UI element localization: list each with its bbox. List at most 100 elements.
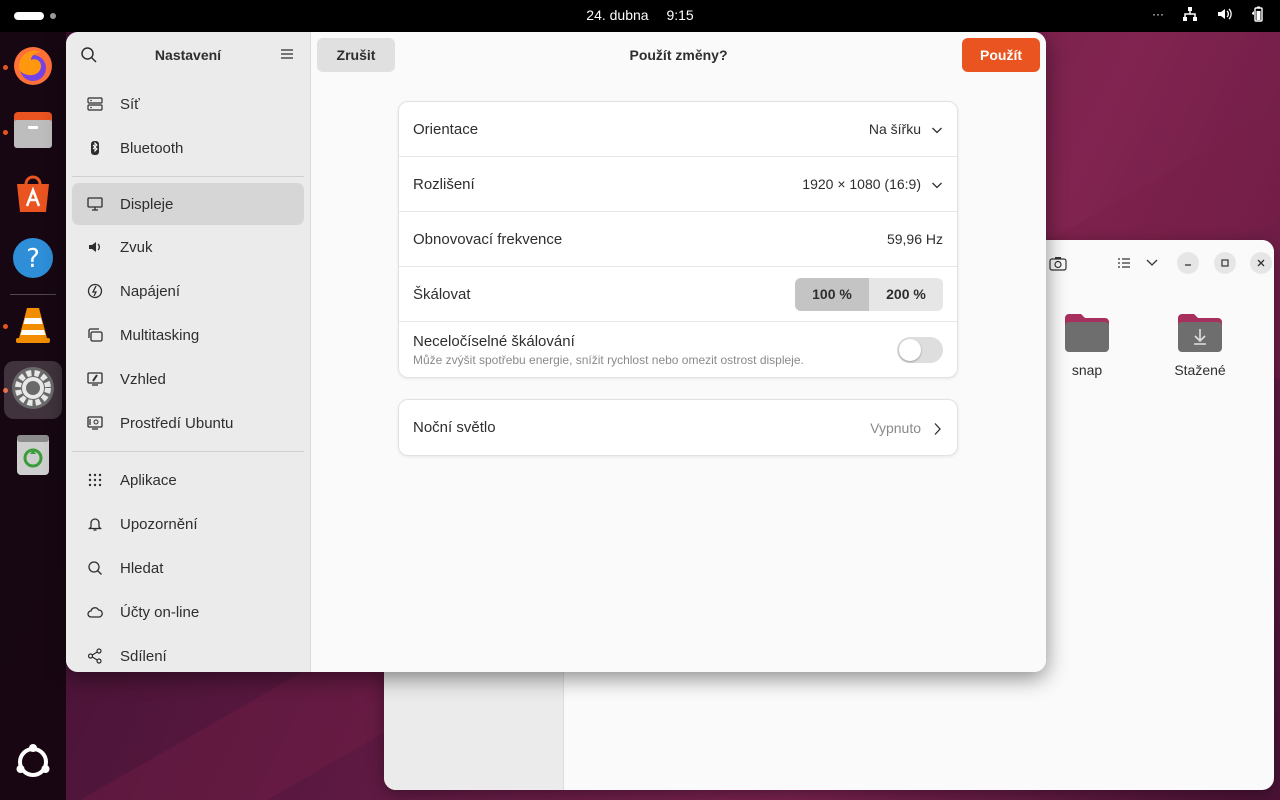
fractional-scaling-description: Může zvýšit spotřebu energie, snížit ryc… <box>413 352 804 367</box>
camera-icon[interactable] <box>1047 252 1069 274</box>
sidebar-item-notifications[interactable]: Upozornění <box>72 502 304 546</box>
sidebar-item-power[interactable]: Napájení <box>72 269 304 313</box>
clock-time: 9:15 <box>666 7 694 23</box>
running-indicator <box>3 65 8 70</box>
share-icon <box>86 647 104 665</box>
resolution-value: 1920 × 1080 (16:9) <box>802 176 921 192</box>
orientation-row[interactable]: Orientace Na šířku <box>399 102 957 157</box>
files-icon <box>11 108 55 157</box>
list-view-icon[interactable] <box>1113 252 1135 274</box>
scale-row: Škálovat 100 % 200 % <box>399 267 957 322</box>
sidebar-item-label: Multitasking <box>120 326 200 344</box>
display-settings-card: Orientace Na šířku Rozlišení 1920 × 1080… <box>398 101 958 378</box>
orientation-dropdown[interactable]: Na šířku <box>869 121 943 137</box>
resolution-row[interactable]: Rozlišení 1920 × 1080 (16:9) <box>399 157 957 212</box>
network-wired-icon[interactable] <box>1182 6 1198 22</box>
help-icon: ? <box>11 236 55 285</box>
refresh-rate-label: Obnovovací frekvence <box>413 230 563 248</box>
dock-help[interactable]: ? <box>9 236 57 284</box>
folder-label: Stažené <box>1174 362 1226 378</box>
running-indicator <box>3 130 8 135</box>
folder-downloads[interactable]: Stažené <box>1160 312 1240 378</box>
sidebar-item-sharing[interactable]: Sdílení <box>72 634 304 672</box>
scale-option-100[interactable]: 100 % <box>795 277 869 311</box>
settings-nav: Síť Bluetooth Displeje Zvuk Napájení Mul… <box>72 82 304 672</box>
resolution-dropdown[interactable]: 1920 × 1080 (16:9) <box>802 176 943 192</box>
clock[interactable]: 24. dubna 9:15 <box>0 7 1280 23</box>
firefox-icon <box>11 44 55 93</box>
chevron-down-icon <box>931 178 943 190</box>
search-icon <box>86 559 104 577</box>
night-light-status: Vypnuto <box>870 420 943 436</box>
close-icon[interactable] <box>1250 252 1272 274</box>
dock: ? <box>0 32 66 800</box>
fractional-scaling-label: Neceločíselné škálování <box>413 332 575 350</box>
sidebar-item-label: Upozornění <box>120 515 198 533</box>
volume-icon[interactable] <box>1216 6 1232 22</box>
apps-icon <box>86 471 104 489</box>
sidebar-item-bluetooth[interactable]: Bluetooth <box>72 126 304 170</box>
ubuntu-logo-icon <box>13 742 53 787</box>
power-icon <box>86 282 104 300</box>
trash-icon <box>13 431 53 482</box>
dock-trash[interactable] <box>9 432 57 480</box>
refresh-rate-value: 59,96 Hz <box>886 231 943 247</box>
ubuntu-desktop-icon <box>86 414 104 432</box>
vlc-icon <box>11 302 55 351</box>
folder-label: snap <box>1071 362 1103 378</box>
svg-text:?: ? <box>26 244 40 274</box>
dock-settings[interactable] <box>4 361 62 419</box>
cloud-icon <box>86 603 104 621</box>
sidebar-item-network[interactable]: Síť <box>72 82 304 126</box>
sidebar-item-search[interactable]: Hledat <box>72 546 304 590</box>
chevron-down-icon[interactable] <box>1141 252 1163 274</box>
minimize-icon[interactable] <box>1177 252 1199 274</box>
sidebar-item-label: Hledat <box>120 559 164 577</box>
sidebar-item-label: Síť <box>120 95 140 113</box>
folder-snap[interactable]: snap <box>1047 312 1127 378</box>
overflow-indicator[interactable]: ··· <box>1152 7 1164 21</box>
sidebar-item-sound[interactable]: Zvuk <box>72 225 304 269</box>
sidebar-item-label: Sdílení <box>120 647 167 665</box>
fractional-scaling-toggle[interactable] <box>897 336 943 363</box>
dock-app-center[interactable] <box>9 172 57 220</box>
sidebar-item-multitasking[interactable]: Multitasking <box>72 313 304 357</box>
dock-firefox[interactable] <box>9 44 57 92</box>
night-light-label: Noční světlo <box>413 419 496 436</box>
sidebar-item-label: Displeje <box>120 195 174 213</box>
sidebar-item-label: Bluetooth <box>120 139 184 157</box>
settings-icon <box>10 365 56 416</box>
dialog-title: Použít změny? <box>629 47 728 63</box>
scale-option-200[interactable]: 200 % <box>869 277 943 311</box>
sidebar-item-label: Prostředí Ubuntu <box>120 414 234 432</box>
system-tray[interactable]: ··· <box>1152 6 1266 22</box>
apply-button[interactable]: Použít <box>962 38 1040 72</box>
scale-selector: 100 % 200 % <box>795 277 943 311</box>
sidebar-item-label: Účty on-line <box>120 603 200 621</box>
sidebar-item-online-accounts[interactable]: Účty on-line <box>72 590 304 634</box>
sidebar-item-ubuntu-desktop[interactable]: Prostředí Ubuntu <box>72 401 304 445</box>
notifications-icon <box>86 515 104 533</box>
scale-label: Škálovat <box>413 285 471 303</box>
dock-vlc[interactable] <box>9 302 57 350</box>
dock-show-apps[interactable] <box>9 740 57 788</box>
fractional-scaling-text: Neceločíselné škálování Může zvýšit spot… <box>413 333 897 367</box>
maximize-icon[interactable] <box>1214 252 1236 274</box>
night-light-value: Vypnuto <box>870 419 921 436</box>
top-bar: 24. dubna 9:15 ··· <box>0 0 1280 32</box>
night-light-card: Noční světlo Vypnuto <box>398 399 958 456</box>
night-light-row[interactable]: Noční světlo Vypnuto <box>399 400 957 455</box>
sidebar-item-label: Aplikace <box>120 471 177 489</box>
sidebar-item-label: Napájení <box>120 282 181 300</box>
chevron-down-icon <box>931 123 943 135</box>
folder-icon <box>1063 312 1111 354</box>
dock-files[interactable] <box>9 108 57 156</box>
nav-separator <box>72 176 304 177</box>
sidebar-item-appearance[interactable]: Vzhled <box>72 357 304 401</box>
battery-icon[interactable] <box>1250 6 1266 22</box>
resolution-label: Rozlišení <box>413 175 475 193</box>
chevron-right-icon <box>931 422 943 435</box>
sidebar-item-displays[interactable]: Displeje <box>72 183 304 225</box>
sidebar-item-apps[interactable]: Aplikace <box>72 458 304 502</box>
hamburger-menu-icon[interactable] <box>280 47 294 61</box>
